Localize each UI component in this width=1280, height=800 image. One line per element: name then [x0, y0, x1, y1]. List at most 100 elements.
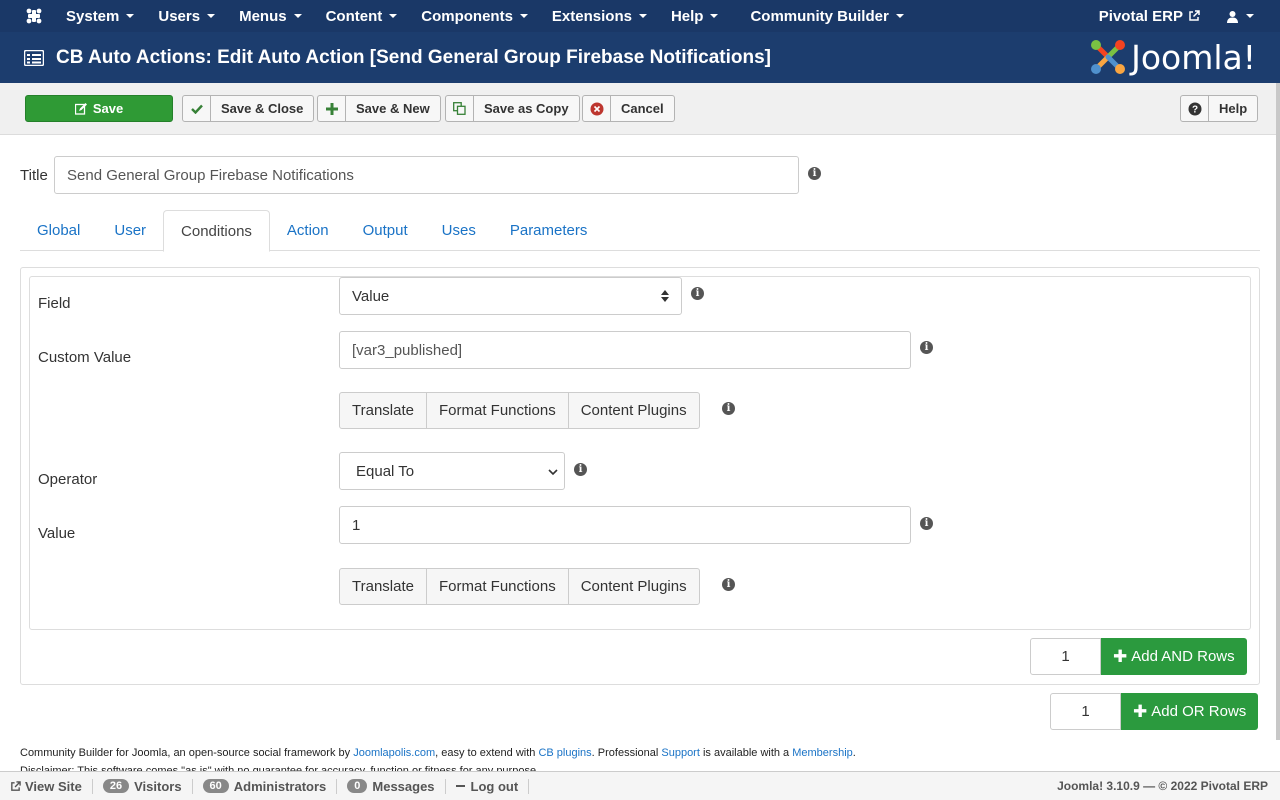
minus-icon: [455, 785, 465, 787]
caret-down-icon: [126, 14, 135, 18]
administrators-link[interactable]: 60 Administrators: [193, 778, 338, 794]
value-input[interactable]: 1: [339, 506, 911, 544]
translate-button[interactable]: Translate: [339, 392, 427, 429]
tab-uses[interactable]: Uses: [425, 210, 493, 251]
value-tools-info-icon[interactable]: i: [722, 578, 735, 591]
value-tools: Translate Format Functions Content Plugi…: [339, 568, 700, 605]
messages-link[interactable]: 0 Messages: [337, 778, 446, 794]
svg-text:?: ?: [1191, 104, 1197, 115]
main-content: Title Send General Group Firebase Notifi…: [0, 135, 1280, 771]
top-nav: System Users Menus Content Components Ex…: [0, 0, 1280, 32]
cancel-icon: [583, 96, 611, 121]
caret-down-icon: [389, 14, 398, 18]
joomla-brand-icon: [1091, 40, 1126, 74]
field-select[interactable]: Value: [339, 277, 682, 315]
menu-menus[interactable]: Menus: [227, 0, 314, 32]
external-link-icon: [11, 780, 21, 791]
or-rows-count-input[interactable]: 1: [1050, 693, 1121, 730]
logout-link[interactable]: Log out: [446, 778, 530, 794]
external-link-icon: [1189, 10, 1200, 21]
menu-users[interactable]: Users: [146, 0, 227, 32]
page-title: CB Auto Actions: Edit Auto Action [Send …: [56, 46, 771, 68]
scrollbar[interactable]: [1276, 83, 1280, 740]
version-text: Joomla! 3.10.9 — © 2022 Pivotal ERP: [1057, 779, 1268, 793]
joomla-logo-icon[interactable]: [18, 0, 50, 32]
add-and-rows-button[interactable]: ✚ Add AND Rows: [1101, 638, 1247, 675]
tab-user[interactable]: User: [97, 210, 163, 251]
caret-down-icon: [293, 14, 302, 18]
plus-icon: ✚: [1113, 646, 1128, 666]
menu-help[interactable]: Help: [659, 0, 731, 32]
status-bar: View Site 26 Visitors 60 Administrators 0M…: [0, 771, 1280, 800]
tab-conditions[interactable]: Conditions: [163, 210, 270, 252]
field-info-icon[interactable]: i: [691, 287, 704, 300]
footer-credits: Community Builder for Joomla, an open-so…: [20, 747, 856, 759]
tab-global[interactable]: Global: [20, 210, 97, 251]
add-or-rows-button[interactable]: ✚ Add OR Rows: [1121, 693, 1259, 730]
tab-output[interactable]: Output: [346, 210, 425, 251]
membership-link[interactable]: Membership: [792, 747, 853, 759]
save-new-button[interactable]: Save & New: [317, 95, 441, 122]
menu-components[interactable]: Components: [409, 0, 540, 32]
joomla-brand: Joomla!: [1089, 37, 1256, 77]
operator-info-icon[interactable]: i: [574, 463, 587, 476]
caret-down-icon: [638, 14, 647, 18]
user-icon: [1227, 10, 1238, 23]
chevron-down-icon: [548, 469, 558, 476]
toolbar: Save Save & Close Save & New Save as Cop…: [0, 83, 1280, 135]
tab-parameters[interactable]: Parameters: [493, 210, 605, 251]
field-label: Field: [38, 295, 71, 312]
cb-plugins-link[interactable]: CB plugins: [538, 747, 591, 759]
value-label: Value: [38, 525, 76, 542]
custom-value-label: Custom Value: [38, 349, 132, 366]
conditions-panel: Field Value i Custom Value [var3_publish…: [20, 267, 1260, 685]
add-or-rows: 1 ✚ Add OR Rows: [1050, 693, 1259, 730]
edit-icon: [74, 102, 87, 115]
view-site-link[interactable]: View Site: [0, 778, 93, 794]
format-functions-button[interactable]: Format Functions: [425, 568, 569, 605]
admins-badge: 60: [202, 779, 229, 793]
title-input[interactable]: Send General Group Firebase Notification…: [54, 156, 799, 194]
user-menu[interactable]: [1226, 10, 1254, 23]
title-bar: CB Auto Actions: Edit Auto Action [Send …: [0, 32, 1280, 83]
site-link[interactable]: Pivotal ERP: [1099, 8, 1200, 25]
menu-extensions[interactable]: Extensions: [540, 0, 659, 32]
menu-system[interactable]: System: [54, 0, 146, 32]
tab-bar: Global User Conditions Action Output Use…: [20, 210, 1260, 252]
help-button[interactable]: ? Help: [1180, 95, 1259, 122]
save-button[interactable]: Save: [25, 95, 173, 122]
menu-content[interactable]: Content: [314, 0, 410, 32]
custom-value-input[interactable]: [var3_published]: [339, 331, 911, 369]
plus-icon: ✚: [1133, 701, 1148, 721]
tab-action[interactable]: Action: [270, 210, 346, 251]
joomlapolis-link[interactable]: Joomlapolis.com: [353, 747, 435, 759]
caret-down-icon: [519, 14, 528, 18]
custom-value-info-icon[interactable]: i: [920, 341, 933, 354]
caret-down-icon: [895, 14, 904, 18]
title-info-icon[interactable]: i: [808, 167, 821, 180]
joomla-brand-text: Joomla!: [1131, 37, 1256, 77]
cancel-button[interactable]: Cancel: [582, 95, 675, 122]
menu-community-builder[interactable]: Community Builder: [738, 0, 915, 32]
content-plugins-button[interactable]: Content Plugins: [567, 568, 700, 605]
visitors-badge: 26: [102, 779, 130, 793]
question-icon: ?: [1181, 96, 1209, 121]
caret-down-icon: [1246, 14, 1254, 18]
add-and-rows: 1 ✚ Add AND Rows: [1030, 638, 1247, 675]
visitors-link[interactable]: 26 Visitors: [93, 778, 193, 794]
translate-button[interactable]: Translate: [339, 568, 427, 605]
support-link[interactable]: Support: [661, 747, 700, 759]
and-rows-count-input[interactable]: 1: [1030, 638, 1101, 675]
custom-tools-info-icon[interactable]: i: [722, 402, 735, 415]
condition-group: Field Value i Custom Value [var3_publish…: [29, 276, 1251, 630]
save-close-button[interactable]: Save & Close: [182, 95, 315, 122]
save-copy-button[interactable]: Save as Copy: [445, 95, 580, 122]
check-icon: [183, 96, 211, 121]
operator-select[interactable]: Equal To: [339, 452, 565, 490]
caret-down-icon: [710, 14, 719, 18]
plus-icon: [318, 96, 346, 121]
value-info-icon[interactable]: i: [920, 517, 933, 530]
updown-icon: [661, 290, 669, 302]
format-functions-button[interactable]: Format Functions: [425, 392, 569, 429]
content-plugins-button[interactable]: Content Plugins: [567, 392, 700, 429]
